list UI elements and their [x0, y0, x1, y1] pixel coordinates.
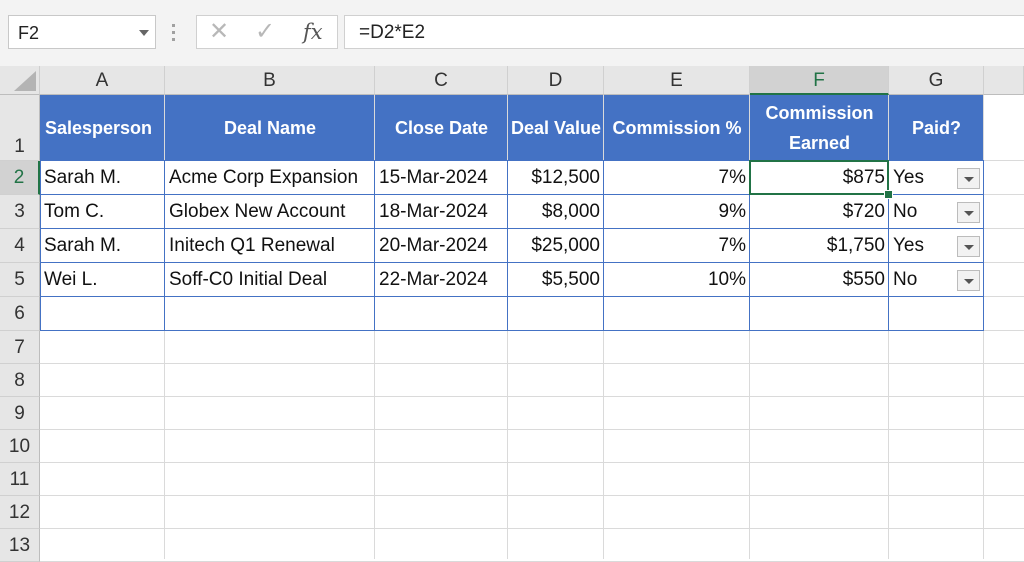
- table-header-cell[interactable]: Paid?: [889, 95, 984, 161]
- drag-handle-icon[interactable]: [172, 24, 176, 42]
- row-header-9[interactable]: 9: [0, 397, 40, 430]
- table-cell[interactable]: $8,000: [508, 195, 604, 229]
- insert-function-icon[interactable]: fx: [303, 19, 323, 45]
- active-cell-selection: [749, 160, 889, 195]
- row-header-1[interactable]: 1: [0, 95, 40, 161]
- column-header-e[interactable]: E: [604, 66, 750, 95]
- table-cell[interactable]: 9%: [604, 195, 750, 229]
- dropdown-button[interactable]: [957, 168, 980, 189]
- gridline-horizontal: [40, 429, 1024, 430]
- select-all-triangle-icon: [14, 71, 36, 91]
- table-header-cell[interactable]: Commission %: [604, 95, 750, 161]
- dropdown-button[interactable]: [957, 270, 980, 291]
- name-box[interactable]: F2: [8, 15, 156, 49]
- table-cell[interactable]: 10%: [604, 263, 750, 297]
- table-cell[interactable]: Sarah M.: [40, 161, 165, 195]
- worksheet-grid: A B C D E F G 1 2 3 4 5 6 7 8 9 10 11 12 13 Salesperson Deal …: [0, 66, 1024, 562]
- column-header-g[interactable]: G: [889, 66, 984, 95]
- column-header-d[interactable]: D: [508, 66, 604, 95]
- gridline-horizontal: [40, 462, 1024, 463]
- row-header-3[interactable]: 3: [0, 195, 40, 229]
- table-cell[interactable]: 22-Mar-2024: [375, 263, 508, 297]
- table-cell[interactable]: Globex New Account: [165, 195, 375, 229]
- table-header-cell[interactable]: Deal Name: [165, 95, 375, 161]
- row-header-12[interactable]: 12: [0, 496, 40, 529]
- table-cell[interactable]: Soff-C0 Initial Deal: [165, 263, 375, 297]
- column-header-b[interactable]: B: [165, 66, 375, 95]
- table-cell[interactable]: 20-Mar-2024: [375, 229, 508, 263]
- row-header-2[interactable]: 2: [0, 161, 40, 195]
- column-header-a[interactable]: A: [40, 66, 165, 95]
- table-header-cell[interactable]: Commission Earned: [750, 95, 889, 161]
- check-icon[interactable]: ✓: [255, 18, 275, 46]
- gridline-horizontal: [40, 396, 1024, 397]
- column-header-f[interactable]: F: [750, 66, 889, 95]
- table-cell[interactable]: 7%: [604, 161, 750, 195]
- table-cell[interactable]: $1,750: [750, 229, 889, 263]
- name-box-value: F2: [18, 23, 40, 43]
- cancel-icon[interactable]: ✕: [209, 18, 229, 46]
- row-header-6[interactable]: 6: [0, 297, 40, 331]
- row-header-5[interactable]: 5: [0, 263, 40, 297]
- chevron-down-icon[interactable]: [139, 30, 149, 36]
- table-cell[interactable]: $25,000: [508, 229, 604, 263]
- gridline-horizontal: [40, 363, 1024, 364]
- formula-bar-area: F2 ✕ ✓ fx =D2*E2: [0, 0, 1024, 66]
- row-header-4[interactable]: 4: [0, 229, 40, 263]
- column-header-c[interactable]: C: [375, 66, 508, 95]
- table-header-cell[interactable]: Deal Value: [508, 95, 604, 161]
- row-header-7[interactable]: 7: [0, 331, 40, 364]
- select-all-button[interactable]: [0, 66, 40, 95]
- formula-buttons: ✕ ✓ fx: [196, 15, 338, 49]
- row-header-8[interactable]: 8: [0, 364, 40, 397]
- dropdown-button[interactable]: [957, 236, 980, 257]
- table-header-cell[interactable]: Salesperson: [40, 95, 165, 161]
- table-cell[interactable]: $12,500: [508, 161, 604, 195]
- row-header-10[interactable]: 10: [0, 430, 40, 463]
- table-cell[interactable]: 7%: [604, 229, 750, 263]
- table-cell[interactable]: Sarah M.: [40, 229, 165, 263]
- formula-text: =D2*E2: [359, 22, 426, 43]
- dropdown-button[interactable]: [957, 202, 980, 223]
- table-cell[interactable]: Wei L.: [40, 263, 165, 297]
- table-cell[interactable]: 18-Mar-2024: [375, 195, 508, 229]
- table-border-horizontal: [40, 330, 984, 331]
- formula-input[interactable]: =D2*E2: [344, 15, 1024, 49]
- table-cell[interactable]: Tom C.: [40, 195, 165, 229]
- table-cell[interactable]: $550: [750, 263, 889, 297]
- table-cell[interactable]: 15-Mar-2024: [375, 161, 508, 195]
- table-header-cell[interactable]: Close Date: [375, 95, 508, 161]
- column-header-h[interactable]: [984, 66, 1024, 95]
- table-cell[interactable]: Acme Corp Expansion: [165, 161, 375, 195]
- gridline-horizontal: [40, 495, 1024, 496]
- gridline-horizontal: [40, 528, 1024, 529]
- fill-handle[interactable]: [884, 190, 893, 199]
- table-cell[interactable]: $5,500: [508, 263, 604, 297]
- row-header-13[interactable]: 13: [0, 529, 40, 562]
- table-cell[interactable]: Initech Q1 Renewal: [165, 229, 375, 263]
- row-header-11[interactable]: 11: [0, 463, 40, 496]
- table-cell[interactable]: $720: [750, 195, 889, 229]
